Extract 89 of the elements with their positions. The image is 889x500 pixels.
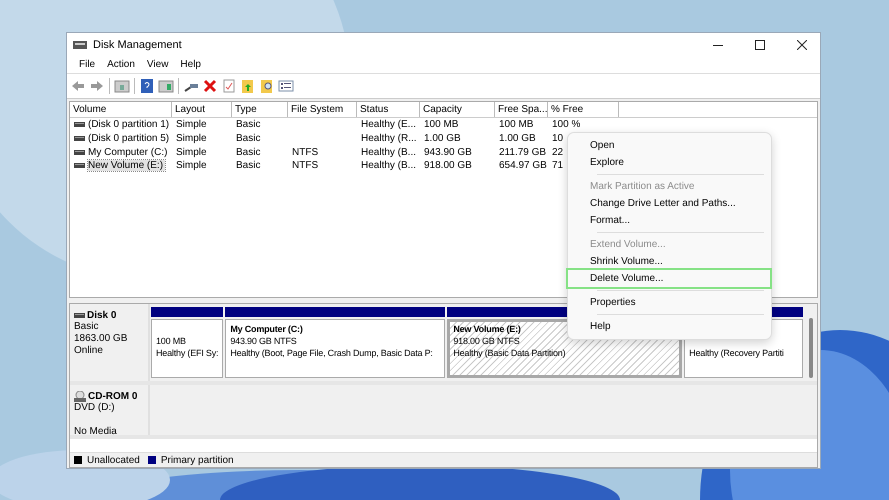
table-cell: Healthy (R... xyxy=(361,133,417,144)
table-cell[interactable]: My Computer (C:) xyxy=(88,146,170,158)
drive-icon xyxy=(74,136,85,142)
menu-option[interactable]: Change Drive Letter and Paths... xyxy=(568,195,770,212)
drive-icon xyxy=(74,313,85,318)
drive-icon xyxy=(74,150,85,155)
panel-icon[interactable] xyxy=(158,78,174,94)
table-cell: 100 % xyxy=(552,119,580,130)
folder-search-icon[interactable] xyxy=(259,78,275,94)
scrollbar[interactable] xyxy=(809,318,813,378)
table-cell: 943.90 GB xyxy=(424,146,472,158)
table-cell: 654.97 GB xyxy=(499,160,547,172)
menu-option[interactable]: Explore xyxy=(568,154,770,171)
partition-status: Healthy (Boot, Page File, Crash Dump, Basic Data P: xyxy=(230,347,433,359)
table-cell: 1.00 GB xyxy=(424,133,461,144)
partition-size: 943.90 GB NTFS xyxy=(230,335,297,347)
partition-status: Healthy (Basic Data Partition) xyxy=(453,347,566,359)
table-cell: 10 xyxy=(552,133,564,144)
legend-label: Unallocated xyxy=(87,454,140,466)
table-cell: NTFS xyxy=(292,160,318,172)
menu-option[interactable]: Properties xyxy=(568,294,770,311)
partition-size: 918.00 GB NTFS xyxy=(453,335,520,347)
table-cell: 22 xyxy=(552,146,564,158)
partition-block[interactable]: 100 MB Healthy (EFI Sy: xyxy=(151,319,224,378)
partition-block[interactable]: My Computer (C:) 943.90 GB NTFS Healthy (Boot, Page File, Crash Dump, Basic Data P: xyxy=(225,319,446,378)
table-cell: NTFS xyxy=(292,146,318,158)
table-cell: 71 xyxy=(552,160,564,172)
legend-label: Primary partition xyxy=(160,454,234,466)
menu-option[interactable]: Open xyxy=(568,137,770,154)
drive-icon xyxy=(74,122,85,128)
table-cell: Basic xyxy=(236,146,260,158)
table-cell[interactable]: (Disk 0 partition 5) xyxy=(88,133,172,144)
partition-name: New Volume (E:) xyxy=(453,323,521,335)
table-cell: 100 MB xyxy=(424,119,458,130)
table-cell: Simple xyxy=(176,146,207,158)
menu-item[interactable]: File xyxy=(73,59,102,70)
partition-status: Healthy (EFI Sy: xyxy=(156,347,218,359)
table-cell: Healthy (B... xyxy=(361,146,416,158)
partition-name: My Computer (C:) xyxy=(230,323,303,335)
table-cell[interactable]: (Disk 0 partition 1) xyxy=(88,119,172,130)
disk-name: CD-ROM 0 xyxy=(88,391,138,402)
table-cell: Simple xyxy=(176,119,207,130)
disk-info: DVD (D:) xyxy=(74,402,116,414)
table-cell[interactable]: New Volume (E:) xyxy=(88,160,166,172)
column-header[interactable]: % Free xyxy=(548,102,619,117)
table-cell: Simple xyxy=(176,133,207,144)
menu-option[interactable]: Delete Volume... xyxy=(568,270,770,287)
column-header[interactable]: Layout xyxy=(172,102,232,117)
panel-icon[interactable] xyxy=(114,78,130,94)
column-header[interactable]: Capacity xyxy=(420,102,495,117)
column-header[interactable]: File System xyxy=(288,102,357,117)
disk-name: Disk 0 xyxy=(87,310,116,321)
drive-icon xyxy=(74,163,85,168)
disk-info: Online xyxy=(74,345,104,357)
cd-drive-icon xyxy=(74,391,86,402)
column-header[interactable]: Volume xyxy=(70,102,172,117)
menu-option[interactable]: Format... xyxy=(568,212,770,229)
table-cell: 100 MB xyxy=(499,119,534,130)
menu-item[interactable]: View xyxy=(140,59,174,70)
column-header[interactable]: Status xyxy=(357,102,420,117)
forward-icon[interactable] xyxy=(89,78,105,94)
folder-up-icon[interactable] xyxy=(240,78,256,94)
table-cell: 211.79 GB xyxy=(499,146,546,158)
disk-info: 1863.00 GB xyxy=(74,333,128,345)
table-cell: Healthy (B... xyxy=(361,160,416,172)
menu-item[interactable]: Help xyxy=(174,59,207,70)
maximize-icon[interactable] xyxy=(755,40,765,50)
menu-option[interactable]: Shrink Volume... xyxy=(568,253,770,270)
table-cell: 1.00 GB xyxy=(499,133,536,144)
partition-status: Healthy (Recovery Partiti xyxy=(689,347,784,359)
window-title: Disk Management xyxy=(93,38,183,50)
table-cell: Simple xyxy=(176,160,207,172)
table-cell: Basic xyxy=(236,133,260,144)
list-icon[interactable] xyxy=(278,78,294,94)
back-icon[interactable] xyxy=(70,78,86,94)
menu-item[interactable]: Action xyxy=(101,59,141,70)
checklist-icon[interactable] xyxy=(221,78,237,94)
table-cell: Healthy (E... xyxy=(361,119,416,130)
table-cell: 918.00 GB xyxy=(424,160,472,172)
partition-size: 100 MB xyxy=(156,335,186,347)
column-header[interactable]: Type xyxy=(232,102,288,117)
table-cell: Basic xyxy=(236,160,260,172)
help-icon[interactable] xyxy=(139,78,155,94)
close-icon[interactable] xyxy=(797,40,807,50)
delete-icon[interactable] xyxy=(202,78,218,94)
disk-info: Basic xyxy=(74,321,100,333)
disk-info: No Media xyxy=(74,426,118,438)
table-cell: Basic xyxy=(236,119,260,130)
column-header[interactable]: Free Spa... xyxy=(495,102,548,117)
